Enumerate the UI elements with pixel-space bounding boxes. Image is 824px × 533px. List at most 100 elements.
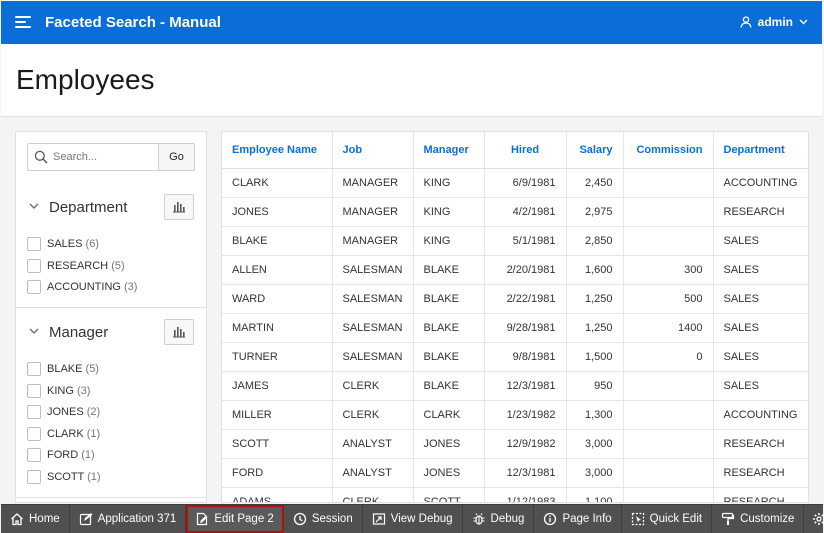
checkbox[interactable]	[27, 405, 41, 420]
cell-manager: SCOTT	[413, 487, 485, 502]
cell-salary: 2,975	[566, 197, 624, 227]
cell-hired: 1/23/1982	[484, 400, 567, 430]
cell-job: MANAGER	[332, 226, 414, 256]
column-header-manager[interactable]: Manager	[413, 132, 485, 169]
cell-commission: 500	[623, 284, 714, 314]
facet-option[interactable]: ACCOUNTING (3)	[16, 277, 206, 299]
option-label: SCOTT	[47, 470, 85, 483]
cell-manager: JONES	[413, 458, 485, 488]
app-title[interactable]: Faceted Search - Manual	[45, 14, 221, 31]
table-row: ALLEN SALESMAN BLAKE 2/20/1981 1,600 300 SALES	[222, 255, 808, 285]
session-button[interactable]: Session	[284, 505, 363, 533]
settings-button[interactable]	[804, 505, 824, 533]
facet-option[interactable]: KING (3)	[16, 381, 206, 403]
cell-job: ANALYST	[332, 429, 414, 459]
cell-department: SALES	[713, 226, 808, 256]
quick-edit-label: Quick Edit	[649, 513, 703, 525]
facets-panel: Search... Go Department SALES (6) RESEAR…	[15, 131, 207, 503]
cell-commission	[623, 197, 714, 227]
cell-salary: 2,850	[566, 226, 624, 256]
table-row: MARTIN SALESMAN BLAKE 9/28/1981 1,250 1400 SAL…	[222, 313, 808, 343]
page-info-button[interactable]: Page Info	[534, 505, 622, 533]
cell-hired: 1/12/1983	[484, 487, 567, 502]
cell-commission	[623, 429, 714, 459]
debug-button[interactable]: Debug	[463, 505, 535, 533]
application-button[interactable]: Application 371	[70, 505, 187, 533]
cell-salary: 3,000	[566, 429, 624, 459]
facet-option[interactable]: RESEARCH (5)	[16, 256, 206, 278]
quick-edit-icon	[631, 512, 644, 526]
edit-page-icon	[197, 512, 208, 526]
cell-employee-name: ALLEN	[222, 255, 333, 285]
cell-department: RESEARCH	[713, 487, 808, 502]
checkbox[interactable]	[27, 383, 41, 398]
column-header-job[interactable]: Job	[332, 132, 414, 169]
go-button[interactable]: Go	[158, 144, 194, 170]
option-label: SALES	[47, 238, 83, 250]
view-debug-button[interactable]: View Debug	[363, 505, 463, 533]
facet-header[interactable]: Manager	[16, 319, 206, 349]
table-row: MILLER CLERK CLARK 1/23/1982 1,300 ACCOUNTING	[222, 400, 808, 430]
option-count: (1)	[86, 427, 101, 440]
checkbox[interactable]	[27, 258, 41, 273]
cell-employee-name: ADAMS	[222, 487, 333, 502]
table-row: WARD SALESMAN BLAKE 2/22/1981 1,250 500 SALES	[222, 284, 808, 314]
page-title: Employees	[16, 64, 155, 95]
cell-manager: BLAKE	[413, 371, 485, 401]
quick-edit-button[interactable]: Quick Edit	[622, 505, 713, 533]
cell-employee-name: BLAKE	[222, 226, 333, 256]
checkbox[interactable]	[27, 280, 41, 295]
column-header-hired[interactable]: Hired	[484, 132, 567, 169]
table-header-row: Employee Name Job Manager Hired Salary C…	[222, 132, 808, 169]
cell-manager: CLARK	[413, 400, 485, 430]
column-header-salary[interactable]: Salary	[566, 132, 624, 169]
checkbox[interactable]	[27, 237, 41, 251]
chevron-down-icon[interactable]	[29, 203, 39, 210]
home-button[interactable]: Home	[1, 505, 70, 533]
search-input[interactable]: Search...	[53, 151, 97, 163]
facet-option[interactable]: CLARK (1)	[16, 424, 206, 446]
chevron-down-icon[interactable]	[29, 328, 39, 335]
checkbox[interactable]	[27, 469, 41, 484]
user-menu[interactable]: admin	[740, 15, 808, 29]
title-region: Employees	[1, 44, 822, 117]
checkbox[interactable]	[27, 426, 41, 441]
table-row: CLARK MANAGER KING 6/9/1981 2,450 ACCOUNTING	[222, 168, 808, 198]
column-header-department[interactable]: Department	[713, 132, 808, 169]
facet-header[interactable]: Department	[16, 194, 206, 224]
facet-department: Department SALES (6) RESEARCH (5) ACCOUN…	[16, 194, 206, 299]
show-chart-button[interactable]	[164, 319, 194, 345]
facet-option[interactable]: FORD (1)	[16, 445, 206, 467]
cell-department: SALES	[713, 342, 808, 372]
table-row: JONES MANAGER KING 4/2/1981 2,975 RESEARCH	[222, 197, 808, 227]
option-count: (5)	[85, 363, 99, 375]
paint-roller-icon	[721, 512, 735, 525]
show-chart-button[interactable]	[164, 194, 194, 220]
facet-option[interactable]: JONES (2)	[16, 402, 206, 424]
cell-job: SALESMAN	[332, 255, 414, 285]
cell-employee-name: MARTIN	[222, 313, 333, 343]
facet-option[interactable]: BLAKE (5)	[16, 359, 206, 381]
checkbox[interactable]	[27, 448, 41, 463]
cell-commission	[623, 371, 714, 401]
edit-page-button[interactable]: Edit Page 2	[186, 505, 284, 533]
cell-hired: 4/2/1981	[484, 197, 567, 227]
facet-option[interactable]: SALES (6)	[16, 234, 206, 256]
column-header-commission[interactable]: Commission	[623, 132, 714, 169]
cell-hired: 12/3/1981	[484, 458, 567, 488]
cell-commission: 1400	[623, 313, 714, 343]
customize-button[interactable]: Customize	[712, 505, 805, 533]
cell-department: SALES	[713, 371, 808, 401]
table-row: FORD ANALYST JONES 12/3/1981 3,000 RESEARCH	[222, 458, 808, 488]
home-icon	[11, 513, 23, 526]
session-label: Session	[311, 513, 353, 525]
bar-chart-icon	[173, 327, 185, 338]
facet-option[interactable]: SCOTT (1)	[16, 467, 206, 489]
gear-icon	[813, 513, 824, 525]
cell-manager: BLAKE	[413, 284, 485, 314]
cell-department: SALES	[713, 255, 808, 285]
checkbox[interactable]	[27, 362, 41, 376]
cell-commission	[623, 168, 714, 198]
column-header-employee-name[interactable]: Employee Name	[222, 132, 333, 169]
menu-icon[interactable]	[15, 15, 31, 29]
